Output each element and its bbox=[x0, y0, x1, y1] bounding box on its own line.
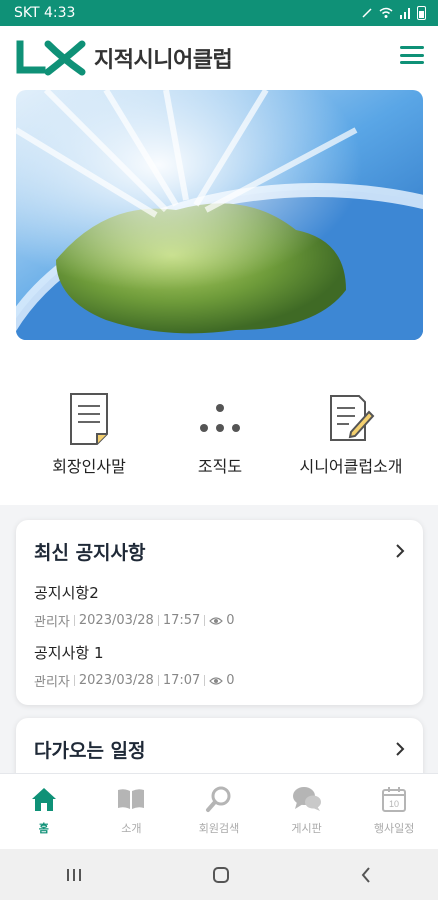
eye-icon bbox=[209, 676, 224, 685]
earth-banner-image bbox=[16, 90, 423, 340]
notice-title: 공지사항 1 bbox=[34, 644, 104, 662]
nav-events[interactable]: 10 행사일정 bbox=[350, 774, 438, 849]
wifi-icon bbox=[379, 7, 393, 18]
edit-document-icon bbox=[330, 395, 375, 441]
menu-line bbox=[400, 61, 424, 64]
carrier-label: SKT bbox=[14, 5, 40, 21]
chevron-right-icon[interactable] bbox=[393, 542, 407, 560]
nav-intro[interactable]: 소개 bbox=[88, 774, 176, 849]
divider bbox=[204, 615, 206, 626]
divider bbox=[204, 675, 206, 686]
system-navigation-bar bbox=[0, 849, 438, 900]
home-button-icon[interactable] bbox=[211, 865, 231, 885]
card-title: 최신 공지사항 bbox=[34, 542, 146, 564]
notice-date: 2023/03/28 bbox=[78, 613, 154, 628]
nav-home[interactable]: 홈 bbox=[0, 774, 88, 849]
notice-time: 17:07 bbox=[162, 673, 201, 688]
card-title: 다가오는 일정 bbox=[34, 740, 146, 762]
recent-apps-icon[interactable] bbox=[64, 866, 84, 884]
latest-notices-card: 최신 공지사항 공지시항2 관리자 2023/03/28 17:57 0 공지사… bbox=[16, 520, 423, 705]
chevron-right-icon[interactable] bbox=[393, 740, 407, 758]
hamburger-menu-icon[interactable] bbox=[400, 46, 424, 64]
menu-line bbox=[400, 46, 424, 49]
quick-item-label: 회장인사말 bbox=[52, 457, 126, 476]
eye-icon bbox=[209, 616, 224, 625]
notice-meta: 관리자 2023/03/28 17:07 0 bbox=[34, 671, 235, 690]
notice-title: 공지시항2 bbox=[34, 584, 99, 602]
nav-label: 소개 bbox=[121, 822, 142, 835]
notice-views: 0 bbox=[226, 673, 235, 688]
quick-item-chairman-greeting[interactable]: 회장인사말 bbox=[14, 389, 164, 477]
org-chart-icon bbox=[200, 404, 240, 432]
divider bbox=[73, 675, 75, 686]
status-icons bbox=[361, 6, 426, 20]
hero-banner bbox=[16, 90, 423, 340]
hero-section bbox=[0, 90, 438, 355]
nav-label: 행사일정 bbox=[373, 822, 415, 835]
book-icon bbox=[118, 789, 145, 809]
status-bar: SKT 4:33 bbox=[0, 0, 438, 26]
quick-item-club-intro[interactable]: 시니어클럽소개 bbox=[276, 389, 426, 477]
nav-label: 홈 bbox=[38, 822, 49, 835]
calendar-icon: 10 bbox=[382, 787, 407, 812]
quick-item-org-chart[interactable]: 조직도 bbox=[145, 389, 295, 477]
main-content: 회장인사말 조직도 시니어클럽소개 최신 공지사항 공지시항2 관리자 2023… bbox=[0, 90, 438, 773]
quick-item-label: 시니어클럽소개 bbox=[299, 457, 403, 476]
logo[interactable]: 지적시니어클럽 bbox=[16, 40, 233, 76]
menu-line bbox=[400, 53, 424, 57]
bottom-navigation: 홈 소개 회원검색 게시판 10 행사일정 bbox=[0, 773, 438, 849]
notice-item[interactable]: 공지시항2 관리자 2023/03/28 17:57 0 bbox=[34, 582, 235, 630]
signal-icon bbox=[400, 8, 410, 19]
status-left: SKT 4:33 bbox=[14, 5, 75, 21]
notice-time: 17:57 bbox=[162, 613, 201, 628]
notice-author: 관리자 bbox=[34, 675, 70, 690]
app-title: 지적시니어클럽 bbox=[94, 48, 233, 73]
chat-icon bbox=[292, 787, 321, 811]
document-icon bbox=[70, 393, 108, 445]
nav-label: 회원검색 bbox=[198, 822, 240, 835]
app-header: 지적시니어클럽 bbox=[0, 26, 438, 90]
notice-item[interactable]: 공지사항 1 관리자 2023/03/28 17:07 0 bbox=[34, 642, 235, 690]
clock: 4:33 bbox=[44, 5, 76, 21]
lx-logo-icon bbox=[16, 40, 86, 76]
home-icon bbox=[31, 788, 56, 811]
battery-icon bbox=[417, 6, 426, 20]
nav-member-search[interactable]: 회원검색 bbox=[175, 774, 263, 849]
search-icon bbox=[205, 786, 231, 812]
divider bbox=[73, 615, 75, 626]
upcoming-schedule-card: 다가오는 일정 bbox=[16, 718, 423, 773]
notice-views: 0 bbox=[226, 613, 235, 628]
mute-icon bbox=[362, 8, 372, 18]
quick-item-label: 조직도 bbox=[197, 457, 243, 476]
divider bbox=[157, 675, 159, 686]
notice-author: 관리자 bbox=[34, 615, 70, 630]
back-icon[interactable] bbox=[358, 865, 374, 885]
nav-board[interactable]: 게시판 bbox=[263, 774, 351, 849]
quick-menu: 회장인사말 조직도 시니어클럽소개 bbox=[0, 355, 438, 505]
divider bbox=[157, 615, 159, 626]
nav-label: 게시판 bbox=[291, 822, 322, 835]
notice-date: 2023/03/28 bbox=[78, 673, 154, 688]
svg-text:10: 10 bbox=[389, 799, 399, 809]
notice-meta: 관리자 2023/03/28 17:57 0 bbox=[34, 611, 235, 630]
